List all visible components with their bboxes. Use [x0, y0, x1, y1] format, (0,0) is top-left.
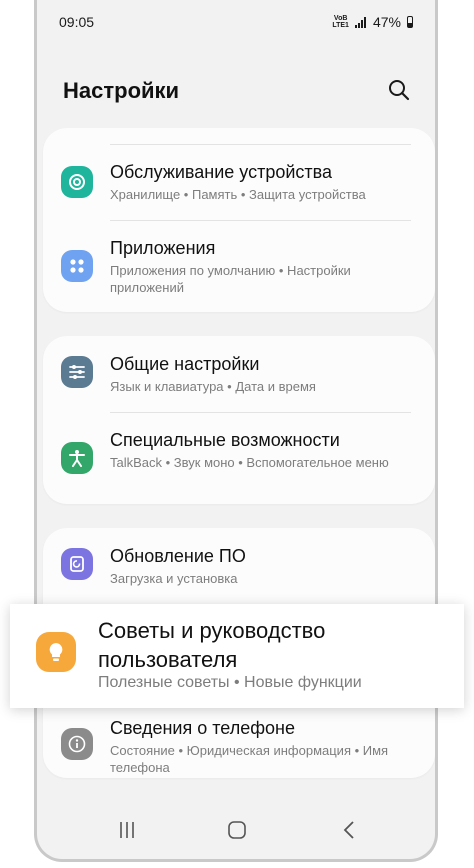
sliders-icon	[61, 356, 93, 388]
home-icon[interactable]	[222, 817, 252, 843]
update-icon	[61, 548, 93, 580]
device-care-title: Обслуживание устройства	[110, 162, 333, 182]
accessibility-title: Специальные возможности	[110, 430, 340, 450]
about-phone-subtitle: Состояние • Юридическая информация • Имя…	[110, 743, 389, 775]
battery-icon	[407, 16, 413, 28]
accessibility-item[interactable]: Специальные возможности TalkBack • Звук …	[43, 418, 435, 498]
network-top: VoB	[333, 15, 348, 22]
apps-icon	[61, 250, 93, 282]
apps-title: Приложения	[110, 238, 216, 258]
accessibility-icon	[61, 442, 93, 474]
general-settings-subtitle: Язык и клавиатура • Дата и время	[110, 379, 316, 394]
signal-icon	[354, 16, 367, 28]
info-icon	[61, 728, 93, 760]
apps-subtitle: Приложения по умолчанию • Настройки прил…	[110, 263, 351, 295]
settings-card-1: Обслуживание устройства Хранилище • Памя…	[43, 128, 435, 312]
tips-and-user-manual-item[interactable]: Советы и руководство пользователя Полезн…	[10, 604, 464, 708]
status-time: 09:05	[59, 14, 95, 30]
battery-percent: 47%	[372, 14, 401, 30]
apps-item[interactable]: Приложения Приложения по умолчанию • Нас…	[43, 226, 435, 306]
page-title: Настройки	[63, 78, 180, 103]
divider	[110, 220, 411, 221]
settings-card-2: Общие настройки Язык и клавиатура • Дата…	[43, 336, 435, 504]
divider	[110, 412, 411, 413]
software-update-subtitle: Загрузка и установка	[110, 571, 238, 586]
back-icon[interactable]	[335, 817, 365, 843]
search-icon[interactable]	[387, 78, 411, 102]
network-bottom: LTE1	[332, 22, 349, 29]
navigation-bar	[37, 803, 435, 859]
general-settings-item[interactable]: Общие настройки Язык и клавиатура • Дата…	[43, 342, 435, 412]
divider	[110, 144, 411, 145]
software-update-item[interactable]: Обновление ПО Загрузка и установка	[43, 534, 435, 600]
general-settings-title: Общие настройки	[110, 354, 260, 374]
device-care-subtitle: Хранилище • Память • Защита устройства	[110, 187, 366, 202]
device-care-icon	[61, 166, 93, 198]
status-icons: VoB LTE1 47%	[332, 14, 413, 30]
lightbulb-icon	[36, 632, 76, 672]
about-phone-title: Сведения о телефоне	[110, 718, 295, 738]
network-type: VoB LTE1	[332, 15, 349, 29]
status-bar: 09:05 VoB LTE1 47%	[37, 10, 435, 34]
software-update-title: Обновление ПО	[110, 546, 246, 566]
phone-frame: 09:05 VoB LTE1 47% Настройки Обслуживание…	[34, 0, 438, 862]
accessibility-subtitle: TalkBack • Звук моно • Вспомогательное м…	[110, 455, 389, 470]
about-phone-item[interactable]: Сведения о телефоне Состояние • Юридичес…	[43, 712, 435, 775]
recent-apps-icon[interactable]	[112, 817, 142, 843]
device-care-item[interactable]: Обслуживание устройства Хранилище • Памя…	[43, 150, 435, 220]
tips-title: Советы и руководство пользователя	[98, 618, 326, 672]
tips-subtitle: Полезные советы • Новые функции	[98, 674, 362, 691]
